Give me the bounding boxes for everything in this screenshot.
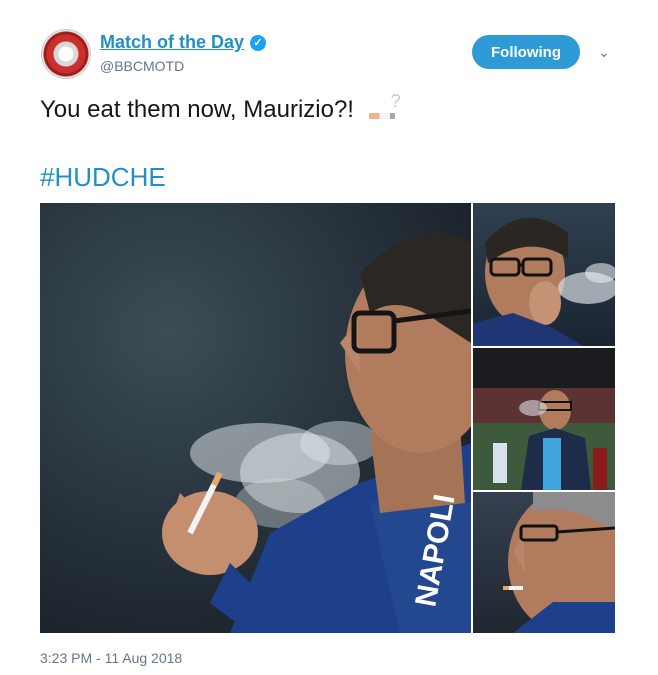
main-photo[interactable]: NAPOLI — [40, 203, 471, 633]
following-button[interactable]: Following — [472, 35, 580, 69]
chevron-down-icon[interactable]: ⌄ — [598, 44, 610, 61]
thumbnail-photo-3[interactable] — [473, 492, 615, 633]
account-header: Match of the Day ✓ — [100, 32, 267, 53]
thumbnail-photo-2[interactable] — [473, 348, 615, 490]
verified-badge-icon: ✓ — [250, 34, 267, 51]
account-handle[interactable]: @BBCMOTD — [100, 58, 184, 74]
hashtag-link[interactable]: #HUDCHE — [40, 162, 166, 193]
tweet-timestamp[interactable]: 3:23 PM - 11 Aug 2018 — [40, 650, 182, 666]
avatar[interactable] — [42, 30, 90, 78]
tweet-text: You eat them now, Maurizio?! — [40, 96, 354, 123]
cigarette-question-emoji-icon: ? — [368, 91, 405, 125]
tweet-text-row: You eat them now, Maurizio?! ? — [40, 91, 405, 125]
account-name[interactable]: Match of the Day — [100, 32, 244, 53]
thumbnail-photo-1[interactable] — [473, 203, 615, 346]
